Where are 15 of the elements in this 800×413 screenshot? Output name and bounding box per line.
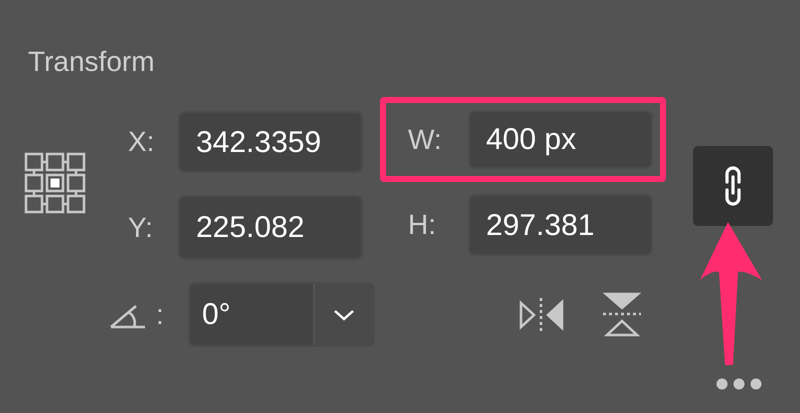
input-field[interactable]: 400 px	[468, 110, 653, 169]
field-label: W:	[407, 122, 442, 156]
field-label: Y:	[127, 210, 153, 244]
panel-title: Transform	[28, 45, 156, 79]
reference-point-icon[interactable]	[24, 152, 88, 216]
flip-vertical-icon[interactable]	[602, 292, 642, 338]
input-field[interactable]: 225.082	[178, 195, 363, 260]
more-icon[interactable]	[716, 378, 762, 390]
field-label: X:	[127, 125, 154, 159]
input-field[interactable]: 342.3359	[178, 111, 363, 173]
field-label: H:	[407, 208, 436, 242]
flip-horizontal-icon[interactable]	[518, 296, 564, 334]
angle-label: :	[156, 298, 164, 332]
input-field[interactable]: 297.381	[468, 194, 653, 256]
link-button[interactable]	[693, 146, 773, 226]
